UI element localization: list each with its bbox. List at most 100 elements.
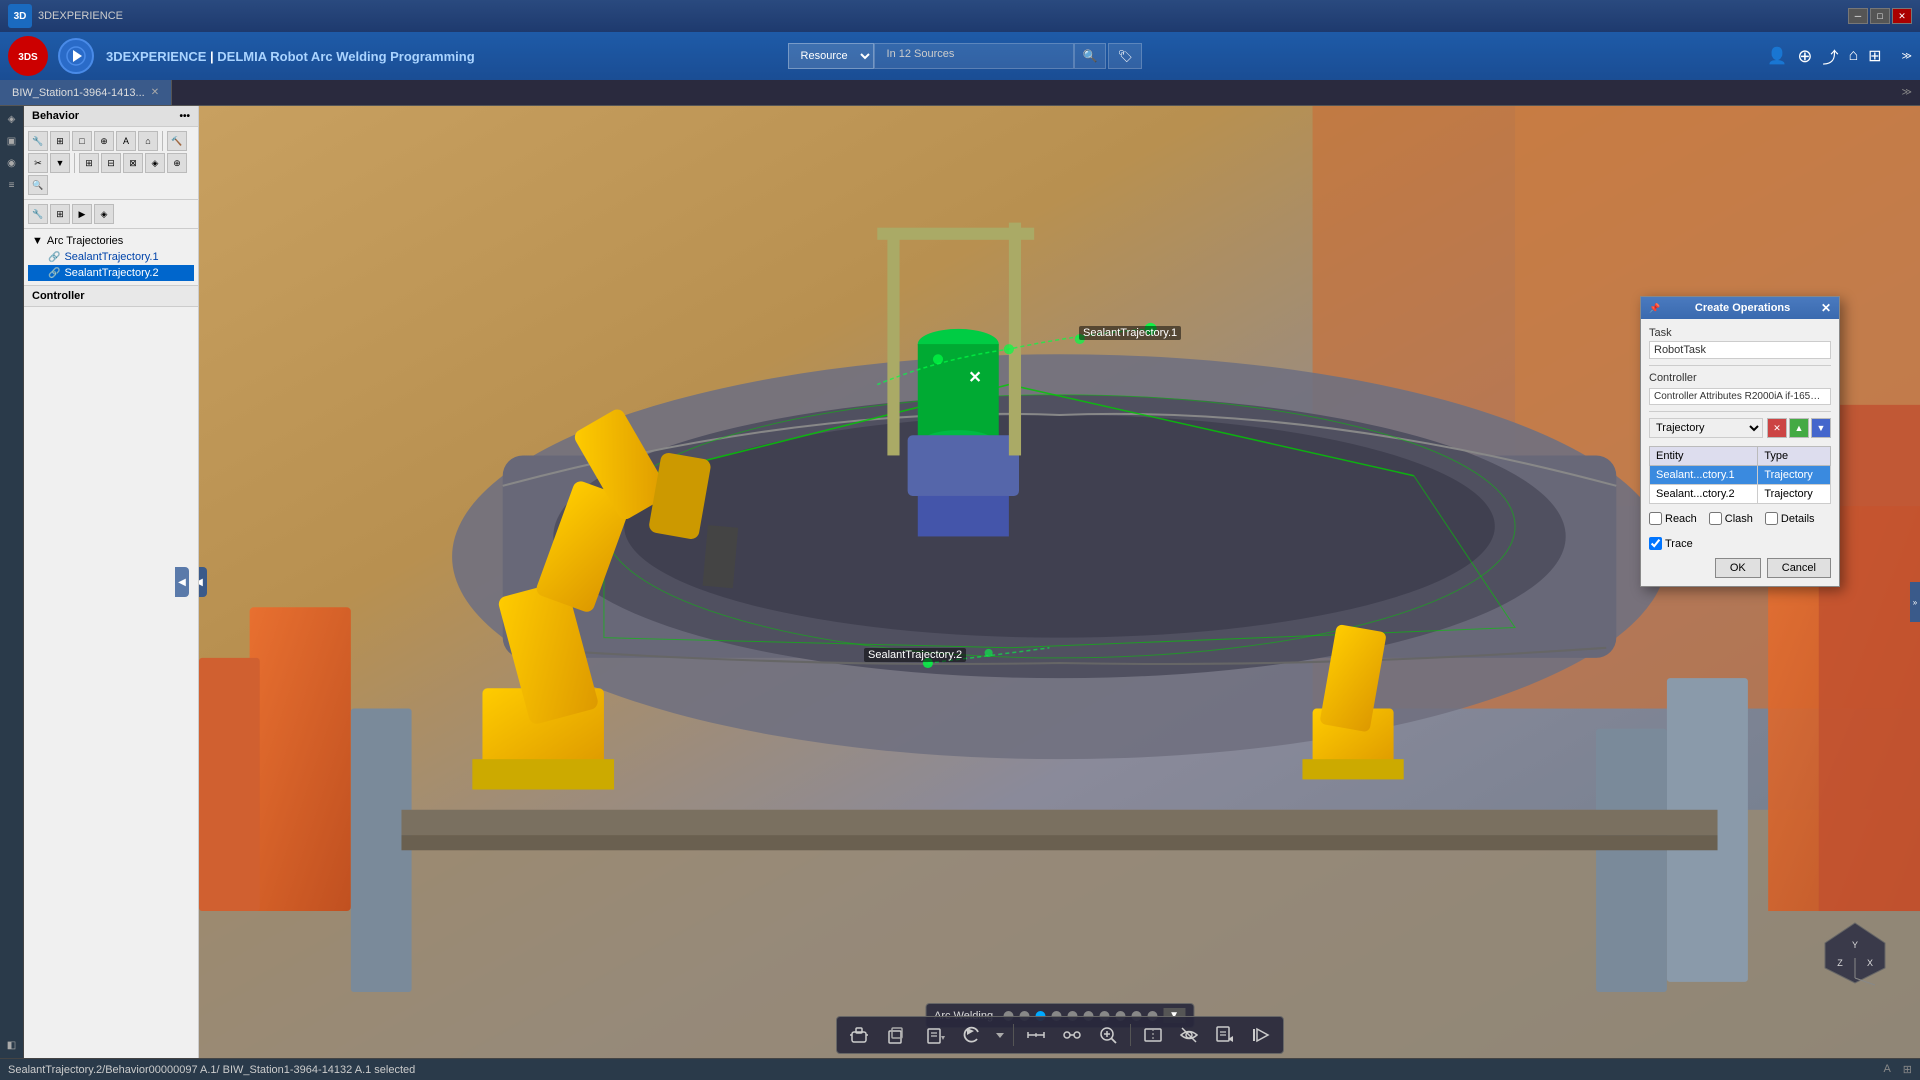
entity-table-body: Sealant...ctory.1 Trajectory Sealant...c… xyxy=(1650,466,1831,504)
bt-undo-dropdown[interactable] xyxy=(995,1021,1005,1049)
bt-undo-icon[interactable] xyxy=(959,1021,987,1049)
sidebar-btn-4[interactable]: ≡ xyxy=(3,176,21,194)
search-type-dropdown[interactable]: Resource xyxy=(788,43,874,69)
tb-btn-8[interactable]: ✂ xyxy=(28,153,48,173)
3d-viewport[interactable]: ✕ SealantTrajectory.1 SealantTrajectory.… xyxy=(199,106,1920,1058)
tb-separator-2 xyxy=(74,153,75,173)
trajectory-1-link[interactable]: SealantTrajectory.1 xyxy=(64,251,158,263)
tb-btn-16[interactable]: 🔧 xyxy=(28,204,48,224)
tb-btn-3[interactable]: □ xyxy=(72,131,92,151)
bt-simulate-icon[interactable] xyxy=(1247,1021,1275,1049)
panel-collapse-button[interactable]: ◀ xyxy=(175,567,189,597)
svg-text:Z: Z xyxy=(1837,958,1843,968)
task-field-row: Task RobotTask xyxy=(1649,327,1831,359)
tb-btn-18[interactable]: ▶ xyxy=(72,204,92,224)
bt-joints-icon[interactable] xyxy=(1058,1021,1086,1049)
trace-checkbox-label[interactable]: Trace xyxy=(1649,537,1693,550)
tb-btn-12[interactable]: ⊠ xyxy=(123,153,143,173)
tb-btn-1[interactable]: 🔧 xyxy=(28,131,48,151)
minimize-button[interactable]: ─ xyxy=(1848,8,1868,24)
trajectory-2-item[interactable]: 🔗 SealantTrajectory.2 xyxy=(28,265,194,281)
tb-btn-2[interactable]: ⊞ xyxy=(50,131,70,151)
active-tab[interactable]: BIW_Station1-3964-1413... ✕ xyxy=(0,80,172,105)
tb-btn-6[interactable]: ⌂ xyxy=(138,131,158,151)
toolbar-separator-2 xyxy=(1130,1024,1131,1046)
reach-checkbox[interactable] xyxy=(1649,512,1662,525)
tb-btn-4[interactable]: ⊕ xyxy=(94,131,114,151)
tb-btn-15[interactable]: 🔍 xyxy=(28,175,48,195)
bt-copy-icon[interactable] xyxy=(881,1021,909,1049)
dialog-close-button[interactable]: ✕ xyxy=(1821,301,1831,315)
tb-btn-9[interactable]: ▼ xyxy=(50,153,70,173)
tb-btn-13[interactable]: ◈ xyxy=(145,153,165,173)
controller-attrs-row: Controller Attributes R2000iA if-165F mh xyxy=(1649,388,1831,405)
right-panel-expand-button[interactable]: » xyxy=(1910,582,1920,622)
icon-btn-green[interactable]: ▲ xyxy=(1789,418,1809,438)
status-bar: SealantTrajectory.2/Behavior00000097 A.1… xyxy=(0,1058,1920,1080)
trace-checkbox[interactable] xyxy=(1649,537,1662,550)
tb-btn-7[interactable]: 🔨 xyxy=(167,131,187,151)
share-icon[interactable]: ⤴ xyxy=(1822,44,1838,68)
dialog-pin-icon[interactable]: 📌 xyxy=(1649,303,1660,314)
tb-btn-19[interactable]: ◈ xyxy=(94,204,114,224)
bt-measure-icon[interactable] xyxy=(1022,1021,1050,1049)
maximize-button[interactable]: □ xyxy=(1870,8,1890,24)
entity-row-1[interactable]: Sealant...ctory.1 Trajectory xyxy=(1650,466,1831,485)
trajectory-icon-buttons: ✕ ▲ ▼ xyxy=(1767,418,1831,438)
search-button[interactable]: 🔍 xyxy=(1074,43,1107,69)
bt-paste-dropdown[interactable] xyxy=(917,1021,951,1049)
cancel-button[interactable]: Cancel xyxy=(1767,558,1831,578)
sidebar-btn-5[interactable]: ◧ xyxy=(3,1036,21,1054)
tb-btn-17[interactable]: ⊞ xyxy=(50,204,70,224)
bt-robot-icon[interactable] xyxy=(845,1021,873,1049)
trajectory-2-link[interactable]: SealantTrajectory.2 xyxy=(64,267,158,279)
arc-trajectories-header[interactable]: ▼ Arc Trajectories xyxy=(28,233,194,249)
reach-checkbox-label[interactable]: Reach xyxy=(1649,512,1697,525)
clash-checkbox-label[interactable]: Clash xyxy=(1709,512,1753,525)
status-right: A ⊞ xyxy=(1883,1063,1912,1076)
apps-icon[interactable]: ⊞ xyxy=(1868,46,1881,66)
ok-button[interactable]: OK xyxy=(1715,558,1761,578)
bt-annotate-icon[interactable] xyxy=(1211,1021,1239,1049)
navigation-cube[interactable]: Y X Z xyxy=(1820,918,1880,978)
play-button[interactable] xyxy=(58,38,94,74)
search-in-label: In 12 Sources xyxy=(874,43,1074,69)
tab-expand-button[interactable]: ≫ xyxy=(1894,80,1920,105)
status-view: ⊞ xyxy=(1903,1063,1912,1076)
icon-btn-blue[interactable]: ▼ xyxy=(1811,418,1831,438)
icon-btn-red[interactable]: ✕ xyxy=(1767,418,1787,438)
left-sidebar: ◈ ▣ ◉ ≡ ◧ xyxy=(0,106,24,1058)
sidebar-btn-3[interactable]: ◉ xyxy=(3,154,21,172)
details-checkbox-label[interactable]: Details xyxy=(1765,512,1815,525)
sidebar-btn-2[interactable]: ▣ xyxy=(3,132,21,150)
type-col-header: Type xyxy=(1758,447,1831,466)
panel-expand-arrow[interactable]: ◀ xyxy=(199,567,207,597)
tb-separator-1 xyxy=(162,131,163,151)
controller-label: Controller xyxy=(1649,372,1831,384)
clash-checkbox[interactable] xyxy=(1709,512,1722,525)
tag-button[interactable]: 🏷 xyxy=(1108,43,1141,69)
brand-logo: 3DS xyxy=(8,36,48,76)
create-operations-dialog: 📌 Create Operations ✕ Task RobotTask Con… xyxy=(1640,296,1840,587)
expand-icon[interactable]: ≫ xyxy=(1902,51,1912,62)
details-checkbox[interactable] xyxy=(1765,512,1778,525)
dialog-body: Task RobotTask Controller Controller Att… xyxy=(1641,319,1839,586)
tb-btn-10[interactable]: ⊞ xyxy=(79,153,99,173)
tab-label: BIW_Station1-3964-1413... xyxy=(12,87,145,99)
bt-hide-icon[interactable] xyxy=(1175,1021,1203,1049)
trajectory-type-select[interactable]: Trajectory xyxy=(1649,418,1763,438)
user-icon[interactable]: 👤 xyxy=(1767,46,1787,66)
entity-row-2[interactable]: Sealant...ctory.2 Trajectory xyxy=(1650,485,1831,504)
home-icon[interactable]: ⌂ xyxy=(1848,47,1858,65)
sidebar-btn-1[interactable]: ◈ xyxy=(3,110,21,128)
add-icon[interactable]: ⊕ xyxy=(1797,46,1812,67)
bt-section-icon[interactable] xyxy=(1139,1021,1167,1049)
tb-btn-11[interactable]: ⊟ xyxy=(101,153,121,173)
bt-zoom-icon[interactable] xyxy=(1094,1021,1122,1049)
close-button[interactable]: ✕ xyxy=(1892,8,1912,24)
tb-btn-14[interactable]: ⊕ xyxy=(167,153,187,173)
tb-btn-5[interactable]: A xyxy=(116,131,136,151)
trajectory-1-item[interactable]: 🔗 SealantTrajectory.1 xyxy=(28,249,194,265)
behavior-panel-menu-icon[interactable]: ••• xyxy=(179,111,190,122)
tab-close-icon[interactable]: ✕ xyxy=(151,87,159,98)
